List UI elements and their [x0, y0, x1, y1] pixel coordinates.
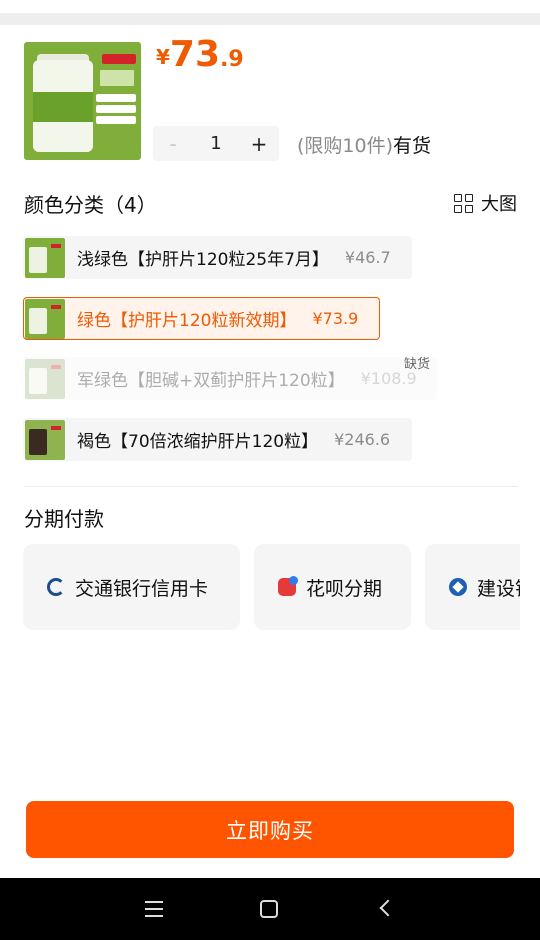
price-integer: 73 [169, 34, 221, 75]
product-price: ¥73.9 [156, 34, 244, 75]
option-thumbnail [25, 419, 65, 460]
color-section-title: 颜色分类（4） [24, 193, 157, 217]
color-option-brown[interactable]: 褐色【70倍浓缩护肝片120粒】 ¥246.6 [23, 418, 412, 461]
back-icon[interactable] [379, 899, 397, 917]
option-thumbnail [25, 298, 65, 339]
option-label: 褐色【70倍浓缩护肝片120粒】 [77, 432, 319, 452]
stock-status: (限购10件)有货 [297, 131, 431, 158]
home-icon[interactable] [260, 900, 278, 918]
price-symbol: ¥ [156, 45, 170, 69]
increase-button[interactable]: + [239, 132, 279, 156]
color-option-light-green[interactable]: 浅绿色【护肝片120粒25年7月】 ¥46.7 [23, 236, 412, 279]
buy-now-button[interactable]: 立即购买 [26, 801, 514, 858]
option-label: 浅绿色【护肝片120粒25年7月】 [77, 250, 329, 270]
quantity-stepper: - 1 + [153, 126, 279, 161]
option-price: ¥46.7 [344, 248, 391, 267]
big-view-label: 大图 [481, 194, 517, 215]
option-label: 绿色【护肝片120粒新效期】 [77, 311, 297, 331]
system-nav-bar [0, 878, 540, 940]
brand-logo [102, 54, 136, 64]
installment-list[interactable]: 交通银行信用卡 花呗分期 建设银行信用卡 [23, 544, 520, 630]
product-thumbnail[interactable] [24, 42, 141, 160]
color-option-green[interactable]: 绿色【护肝片120粒新效期】 ¥73.9 [23, 297, 380, 340]
installment-label: 花呗分期 [306, 577, 383, 600]
installment-label: 建设银行信用卡 [477, 577, 520, 600]
installment-bocom[interactable]: 交通银行信用卡 [23, 544, 240, 630]
option-thumbnail [25, 237, 65, 278]
installment-huabei[interactable]: 花呗分期 [254, 544, 411, 630]
section-divider [24, 486, 518, 487]
option-thumbnail [25, 358, 65, 399]
installment-title: 分期付款 [24, 507, 104, 531]
bocom-icon [47, 578, 65, 596]
big-view-toggle[interactable]: 大图 [454, 190, 517, 216]
grid-icon [454, 193, 473, 213]
menu-icon[interactable] [145, 901, 163, 917]
installment-ccb[interactable]: 建设银行信用卡 [425, 544, 520, 630]
purchase-limit: (限购10件) [297, 135, 394, 157]
option-label: 军绿色【胆碱+双蓟护肝片120粒】 [77, 371, 345, 391]
huabei-icon [278, 576, 298, 596]
ccb-icon [449, 578, 467, 596]
price-decimal: .9 [220, 47, 244, 72]
quantity-value[interactable]: 1 [193, 133, 239, 154]
decrease-button[interactable]: - [153, 132, 193, 156]
top-area [0, 0, 540, 13]
option-price: ¥73.9 [312, 309, 359, 328]
installment-label: 交通银行信用卡 [75, 577, 209, 600]
top-divider [0, 13, 540, 25]
option-price: ¥246.6 [334, 430, 391, 449]
out-of-stock-badge: 缺货 [404, 357, 431, 372]
color-option-army-green[interactable]: 军绿色【胆碱+双蓟护肝片120粒】 ¥108.9 [23, 357, 437, 400]
stock-label: 有货 [393, 135, 432, 157]
